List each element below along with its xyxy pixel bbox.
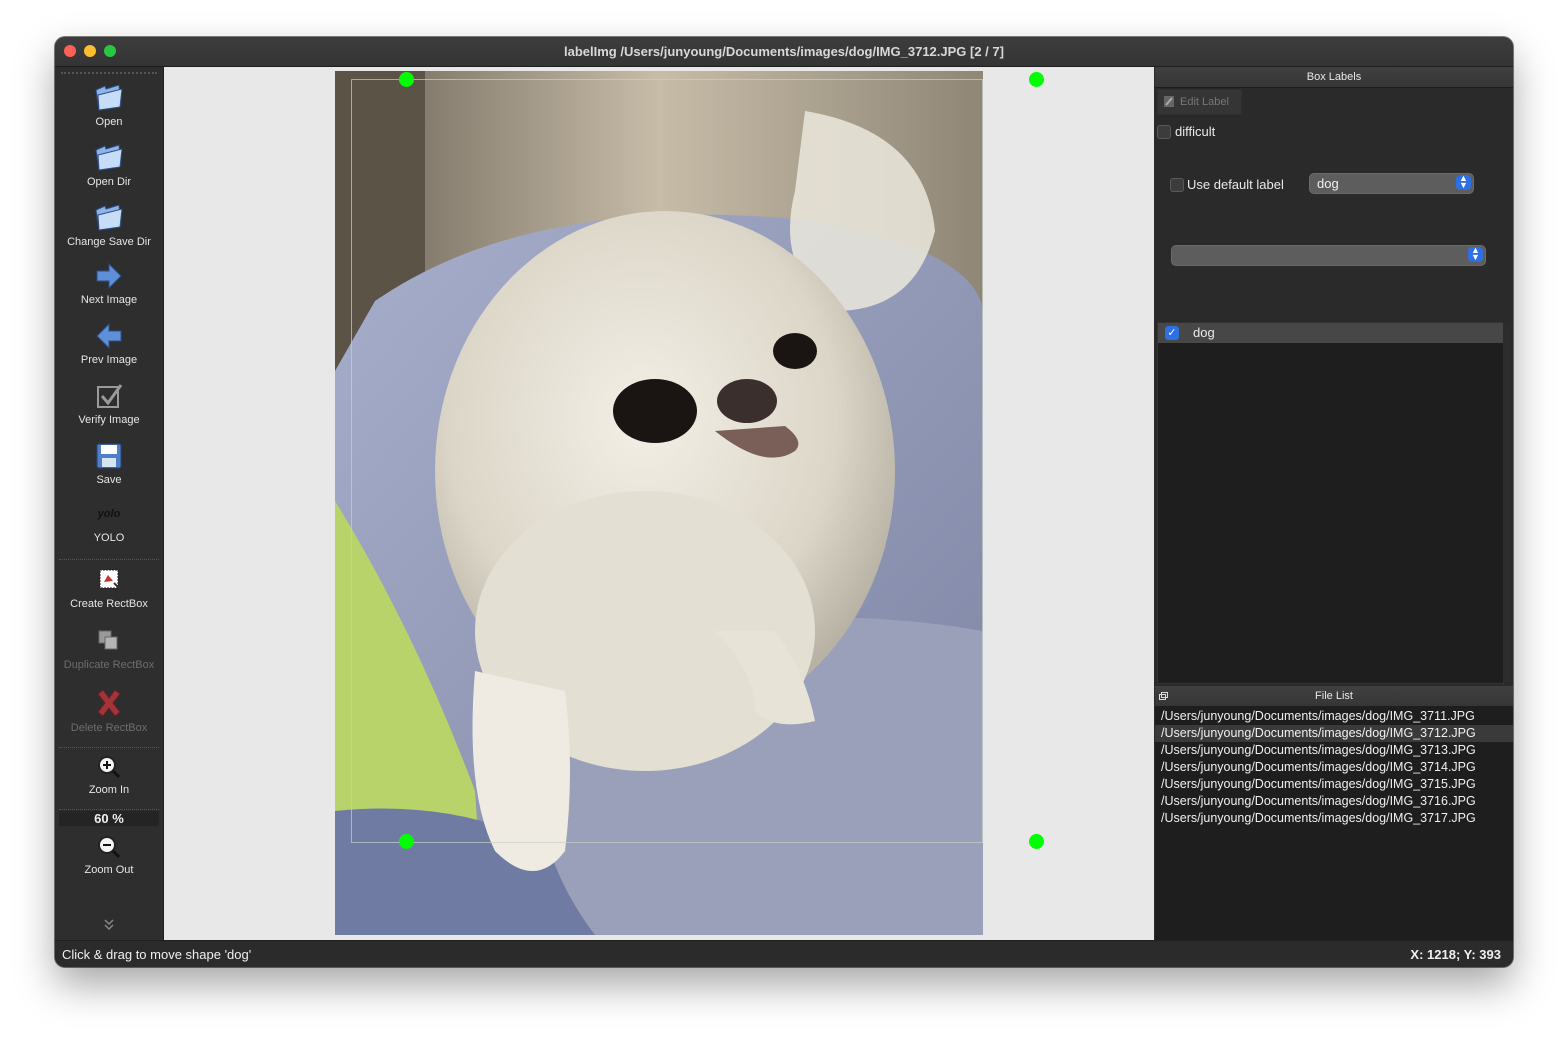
bounding-box-dog[interactable] <box>351 79 983 843</box>
verify-image-button[interactable]: Verify Image <box>55 381 163 426</box>
arrow-right-icon <box>96 262 122 290</box>
zoom-in-icon <box>98 756 121 779</box>
next-image-button[interactable]: Next Image <box>55 261 163 306</box>
save-button[interactable]: Save <box>55 441 163 486</box>
label-item-text: dog <box>1193 325 1215 340</box>
box-labels-title: Box Labels <box>1155 67 1513 88</box>
chevron-updown-icon: ▲ ▼ <box>1456 174 1471 190</box>
file-list-title: File List <box>1155 686 1513 707</box>
open-label: Open <box>95 116 123 128</box>
toolbar-separator <box>59 809 159 810</box>
duplicate-rectbox-button[interactable]: Duplicate RectBox <box>55 626 163 671</box>
app-window: labelImg /Users/junyoung/Documents/image… <box>55 37 1513 967</box>
prev-image-button[interactable]: Prev Image <box>55 321 163 366</box>
bbox-handle-bottom-right[interactable] <box>1029 834 1044 849</box>
right-panel: Box Labels Edit Label difficult Use defa… <box>1155 67 1513 940</box>
title-bar: labelImg /Users/junyoung/Documents/image… <box>55 37 1513 67</box>
folder-open-icon <box>95 144 123 171</box>
file-list-item[interactable]: /Users/junyoung/Documents/images/dog/IMG… <box>1155 759 1513 776</box>
file-list: /Users/junyoung/Documents/images/dog/IMG… <box>1155 706 1513 940</box>
toolbar-separator <box>59 747 159 748</box>
open-button[interactable]: Open <box>55 81 163 128</box>
edit-label-text: Edit Label <box>1180 96 1229 108</box>
toolbar-overflow-button[interactable] <box>55 919 163 931</box>
folder-open-icon <box>95 84 123 111</box>
label-list: ✓ dog <box>1157 322 1504 684</box>
file-list-item[interactable]: /Users/junyoung/Documents/images/dog/IMG… <box>1155 742 1513 759</box>
undock-icon[interactable] <box>1159 692 1168 700</box>
yolo-label: YOLO <box>93 532 125 544</box>
difficult-checkbox[interactable] <box>1157 125 1171 139</box>
zoom-level-spinbox[interactable]: 60 % <box>59 811 159 826</box>
default-label-value: dog <box>1317 176 1339 191</box>
open-dir-label: Open Dir <box>86 176 132 188</box>
open-dir-button[interactable]: Open Dir <box>55 141 163 188</box>
edit-pencil-icon <box>1164 96 1174 107</box>
duplicate-rectbox-label: Duplicate RectBox <box>63 659 155 671</box>
difficult-label: difficult <box>1175 124 1216 139</box>
change-save-dir-label: Change Save Dir <box>67 236 151 248</box>
prev-image-label: Prev Image <box>80 354 138 366</box>
file-list-item[interactable]: /Users/junyoung/Documents/images/dog/IMG… <box>1155 793 1513 810</box>
cursor-coordinates: X: 1218; Y: 393 <box>1410 947 1501 962</box>
file-list-item[interactable]: /Users/junyoung/Documents/images/dog/IMG… <box>1155 708 1513 725</box>
zoom-in-button[interactable]: Zoom In <box>55 753 163 796</box>
window-title: labelImg /Users/junyoung/Documents/image… <box>564 44 1004 59</box>
create-rectbox-button[interactable]: Create RectBox <box>55 565 163 610</box>
status-bar: Click & drag to move shape 'dog' X: 1218… <box>55 940 1513 967</box>
zoom-out-button[interactable]: Zoom Out <box>55 833 163 876</box>
label-list-item[interactable]: ✓ dog <box>1158 323 1503 343</box>
file-list-item[interactable]: /Users/junyoung/Documents/images/dog/IMG… <box>1155 810 1513 827</box>
verify-image-label: Verify Image <box>78 414 140 426</box>
toolbar-grip[interactable] <box>61 72 157 74</box>
toolbar-separator <box>59 559 159 560</box>
checkbox-check-icon <box>97 384 123 408</box>
folder-open-icon <box>95 204 123 231</box>
zoom-out-label: Zoom Out <box>84 864 134 876</box>
label-list-scrollbar[interactable] <box>1503 322 1511 682</box>
bbox-handle-top-left[interactable] <box>399 72 414 87</box>
use-default-label-text: Use default label <box>1187 177 1284 192</box>
file-list-item[interactable]: /Users/junyoung/Documents/images/dog/IMG… <box>1155 776 1513 793</box>
bbox-handle-bottom-left[interactable] <box>399 834 414 849</box>
status-message: Click & drag to move shape 'dog' <box>62 947 252 962</box>
use-default-label-checkbox[interactable] <box>1170 178 1184 192</box>
next-image-label: Next Image <box>80 294 138 306</box>
bbox-handle-top-right[interactable] <box>1029 72 1044 87</box>
default-label-select[interactable]: dog ▲ ▼ <box>1309 173 1474 194</box>
label-visible-checkbox[interactable]: ✓ <box>1165 326 1179 340</box>
delete-rectbox-label: Delete RectBox <box>70 722 148 734</box>
chevron-updown-icon: ▲ ▼ <box>1468 246 1483 262</box>
save-label: Save <box>96 474 122 486</box>
zoom-in-label: Zoom In <box>88 784 130 796</box>
chevron-double-down-icon <box>104 919 114 931</box>
toolbar: Open Open Dir Change Save Dir Next Image <box>55 67 164 940</box>
yolo-format-button[interactable]: yolo YOLO <box>55 507 163 544</box>
edit-label-button[interactable]: Edit Label <box>1157 89 1242 115</box>
image-canvas[interactable] <box>164 67 1154 940</box>
yolo-icon: yolo <box>97 508 121 520</box>
zoom-out-icon <box>98 836 121 859</box>
delete-x-icon <box>97 689 121 717</box>
floppy-disk-icon <box>96 443 122 469</box>
duplicate-icon <box>98 630 118 650</box>
delete-rectbox-button[interactable]: Delete RectBox <box>55 687 163 734</box>
create-rectbox-label: Create RectBox <box>70 598 148 610</box>
file-list-title-text: File List <box>1315 690 1353 702</box>
file-list-item-selected[interactable]: /Users/junyoung/Documents/images/dog/IMG… <box>1155 725 1513 742</box>
create-rect-icon <box>99 569 121 590</box>
arrow-left-icon <box>96 322 122 350</box>
label-filter-select[interactable]: ▲ ▼ <box>1171 245 1486 266</box>
change-save-dir-button[interactable]: Change Save Dir <box>55 201 163 248</box>
